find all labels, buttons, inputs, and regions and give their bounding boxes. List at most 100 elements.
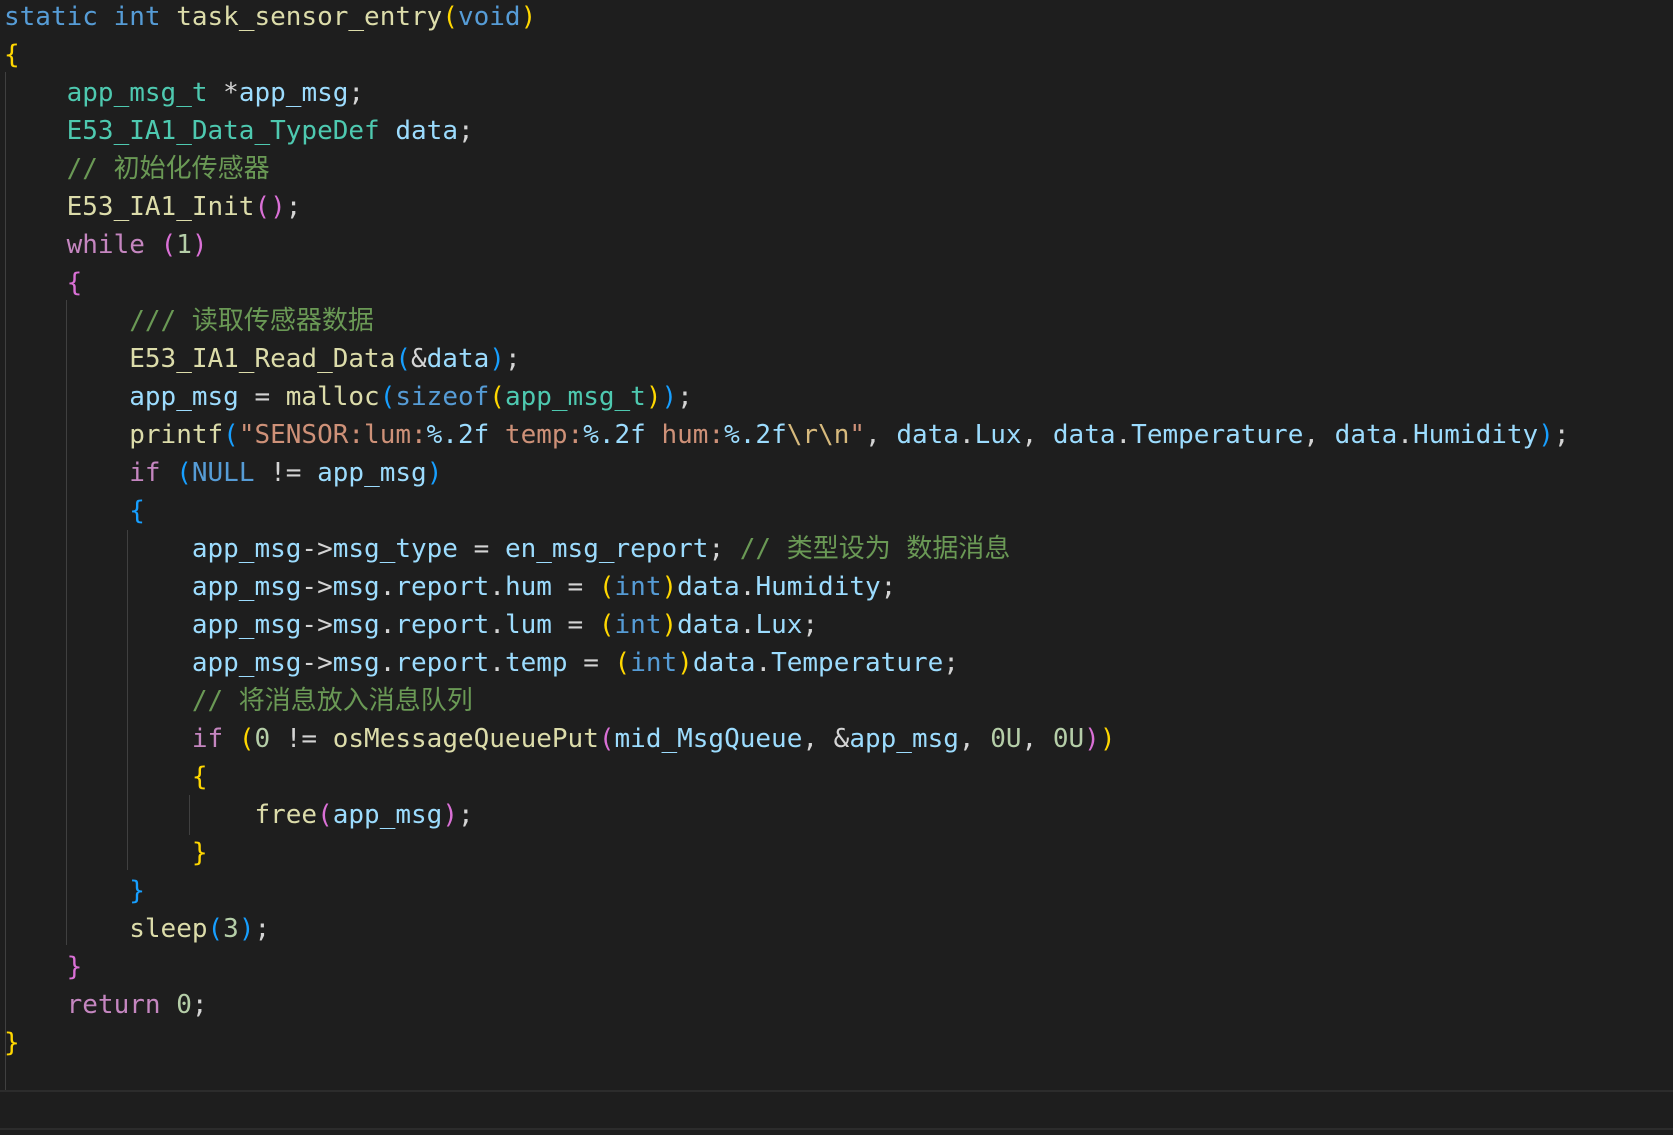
code-line[interactable]: } bbox=[4, 871, 145, 912]
code-token: ) bbox=[520, 2, 537, 32]
code-token: data bbox=[896, 420, 959, 450]
code-token: = bbox=[551, 610, 599, 640]
code-token: = bbox=[238, 382, 286, 412]
code-token: int bbox=[630, 648, 678, 678]
code-token: app_msg bbox=[191, 648, 302, 678]
code-token: } bbox=[191, 838, 208, 868]
code-token: , bbox=[958, 724, 991, 754]
code-line[interactable]: { bbox=[4, 491, 145, 532]
code-line[interactable]: app_msg->msg.report.lum = (int)data.Lux; bbox=[4, 605, 818, 646]
code-line[interactable]: { bbox=[4, 35, 20, 76]
code-token: free bbox=[254, 800, 318, 830]
code-line[interactable]: if (NULL != app_msg) bbox=[4, 453, 442, 494]
code-token: { bbox=[191, 762, 208, 792]
code-token: %.2f bbox=[724, 420, 787, 450]
code-token: app_msg bbox=[238, 78, 349, 108]
code-token: ( bbox=[176, 458, 192, 488]
code-line[interactable]: if (0 != osMessageQueuePut(mid_MsgQueue,… bbox=[4, 719, 1116, 760]
code-line[interactable]: // 将消息放入消息队列 bbox=[4, 681, 473, 722]
code-token: Humidity bbox=[755, 572, 881, 602]
code-token: Lux bbox=[974, 420, 1022, 450]
code-token: report bbox=[395, 610, 490, 640]
code-token: ; bbox=[504, 344, 521, 374]
code-token: ( bbox=[160, 230, 177, 260]
code-line[interactable]: return 0; bbox=[4, 985, 208, 1026]
code-line[interactable]: E53_IA1_Data_TypeDef data; bbox=[4, 111, 474, 152]
code-line[interactable]: /// 读取传感器数据 bbox=[4, 301, 374, 342]
code-token: ) bbox=[191, 230, 208, 260]
code-token: Lux bbox=[755, 610, 803, 640]
code-editor[interactable]: static int task_sensor_entry(void){ app_… bbox=[0, 0, 1673, 1135]
code-token: app_msg_t bbox=[66, 78, 208, 108]
code-token: E53_IA1_Init bbox=[66, 192, 255, 222]
code-token: printf bbox=[129, 420, 224, 450]
code-line[interactable]: app_msg->msg_type = en_msg_report; // 类型… bbox=[4, 529, 1011, 570]
code-token: -> bbox=[301, 648, 333, 678]
code-token: . bbox=[379, 648, 396, 678]
code-token: . bbox=[379, 572, 396, 602]
code-token: msg bbox=[332, 610, 380, 640]
code-line[interactable]: E53_IA1_Read_Data(&data); bbox=[4, 339, 521, 380]
code-token: ; bbox=[1553, 420, 1570, 450]
code-line[interactable]: // 初始化传感器 bbox=[4, 149, 270, 190]
code-line[interactable]: sleep(3); bbox=[4, 909, 270, 950]
code-token: Humidity bbox=[1412, 420, 1539, 450]
code-token: { bbox=[66, 268, 83, 298]
code-line[interactable]: } bbox=[4, 947, 83, 988]
code-line[interactable]: static int task_sensor_entry(void) bbox=[4, 0, 536, 38]
code-line[interactable]: app_msg = malloc(sizeof(app_msg_t)); bbox=[4, 377, 693, 418]
code-token: hum bbox=[504, 572, 552, 602]
code-token: ; bbox=[191, 990, 208, 1020]
code-line[interactable]: app_msg->msg.report.temp = (int)data.Tem… bbox=[4, 643, 959, 684]
code-token: { bbox=[4, 40, 20, 70]
code-token: data bbox=[692, 648, 756, 678]
code-token: malloc bbox=[285, 382, 380, 412]
code-line[interactable]: { bbox=[4, 757, 208, 798]
code-token: -> bbox=[301, 610, 333, 640]
code-line[interactable]: app_msg->msg.report.hum = (int)data.Humi… bbox=[4, 567, 896, 608]
code-token: ; bbox=[457, 116, 474, 146]
code-token: ; bbox=[254, 914, 271, 944]
code-token: ; bbox=[285, 192, 302, 222]
code-line[interactable]: free(app_msg); bbox=[4, 795, 473, 836]
code-line[interactable]: E53_IA1_Init(); bbox=[4, 187, 302, 228]
code-line[interactable]: } bbox=[4, 1023, 20, 1064]
code-token: app_msg bbox=[332, 800, 443, 830]
code-token: , & bbox=[802, 724, 850, 754]
code-token: , bbox=[1021, 420, 1053, 450]
code-token: 0 bbox=[176, 990, 192, 1020]
code-token: "SENSOR:lum: bbox=[238, 420, 427, 450]
code-line[interactable]: while (1) bbox=[4, 225, 208, 266]
code-line[interactable]: app_msg_t *app_msg; bbox=[4, 73, 364, 114]
code-token: { bbox=[129, 496, 145, 526]
code-token: osMessageQueuePut bbox=[332, 724, 599, 754]
code-line[interactable]: } bbox=[4, 833, 208, 874]
code-token: . bbox=[739, 610, 756, 640]
code-token: return bbox=[66, 990, 161, 1020]
code-token: ( bbox=[598, 572, 615, 602]
code-line[interactable]: printf("SENSOR:lum:%.2f temp:%.2f hum:%.… bbox=[4, 415, 1570, 456]
code-token: ( bbox=[614, 648, 631, 678]
code-token: 3 bbox=[223, 914, 239, 944]
code-token: ( bbox=[598, 724, 615, 754]
code-line[interactable]: { bbox=[4, 263, 83, 304]
code-token: ) bbox=[238, 914, 255, 944]
code-token: . bbox=[1397, 420, 1413, 450]
code-token: -> bbox=[301, 572, 333, 602]
code-token: ) bbox=[677, 648, 693, 678]
